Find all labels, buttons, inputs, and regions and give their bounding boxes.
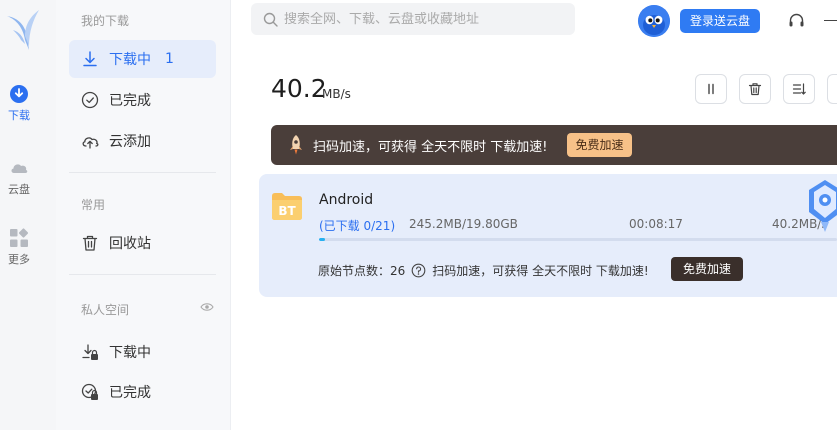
pause-all-button[interactable] [695,74,727,104]
minimize-button[interactable] [824,20,837,21]
search-icon [263,12,278,27]
nav-item-label: 云添加 [109,134,151,150]
task-status: (已下载 0/21) [319,219,396,233]
nav-item-label: 下载中 [109,345,151,361]
nav-item-private-downloading[interactable]: 下载中 [69,333,216,371]
total-speed-unit: MB/s [322,87,351,101]
more-toolbar-button[interactable] [827,74,837,104]
rail-item-cloud[interactable]: 云盘 [0,158,38,197]
nav-item-label: 已完成 [109,385,151,401]
left-rail: 下载 云盘 更多 [0,0,56,430]
free-speedup-button[interactable]: 免费加速 [567,133,632,157]
bird-mascot-icon [638,5,670,37]
login-button[interactable]: 登录送云盘 [680,9,760,33]
nav-item-recycle-bin[interactable]: 回收站 [69,224,216,262]
question-circle-icon[interactable] [411,263,426,278]
banner-text: 扫码加速，可获得 全天不限时 下载加速! [313,139,548,155]
search-box[interactable] [251,3,575,35]
nav-item-cloud-add[interactable]: 云添加 [69,122,216,160]
headset-icon[interactable] [788,12,805,29]
app-logo-icon [7,10,39,50]
download-lock-icon [82,344,98,360]
total-speed-value: 40.2 [271,74,327,103]
nav-divider [69,172,216,173]
rail-item-label: 更多 [8,253,30,266]
speedup-banner: 扫码加速，可获得 全天不限时 下载加速! 免费加速 [271,125,837,165]
pause-icon [708,83,714,95]
nav-item-private-completed[interactable]: 已完成 [69,373,216,411]
eye-icon[interactable] [200,302,214,312]
task-progress-bar [319,238,837,241]
cloud-upload-icon [82,137,99,149]
check-lock-icon [81,383,98,400]
rail-item-download[interactable]: 下载 [0,84,38,123]
nav-item-label: 已完成 [109,93,151,109]
delete-button[interactable] [739,74,771,104]
nav-item-label: 回收站 [109,236,151,252]
search-input[interactable] [284,11,564,27]
nav-section-private: 私人空间 [81,303,130,317]
rocket-icon [290,135,302,155]
rail-item-more[interactable]: 更多 [0,228,38,267]
nav-item-completed[interactable]: 已完成 [69,81,216,119]
nodes-promo-text: 扫码加速，可获得 全天不限时 下载加速! [432,264,649,278]
bt-icon-label: BT [278,204,296,218]
nav-item-label: 下载中 [109,52,151,68]
task-size: 245.2MB/19.80GB [409,217,518,231]
trash-icon [748,83,762,96]
nav-divider [69,274,216,275]
nav-item-downloading[interactable]: 下载中 1 [69,40,216,78]
cloud-icon [11,164,28,173]
apps-grid-icon [10,228,29,247]
trash-icon [82,235,98,251]
download-nav: 我的下载 下载中 1 已完成 云添加 常用 回收站 私人空间 下载中 已完成 [56,0,231,430]
check-circle-icon [81,91,99,109]
robot-mascot-icon [809,180,837,232]
nav-section-common: 常用 [81,198,106,212]
task-nodes-info: 原始节点数：26 扫码加速，可获得 全天不限时 下载加速! [318,262,649,279]
sort-icon [792,83,806,95]
nodes-count: 原始节点数：26 [318,264,406,278]
rail-item-label: 云盘 [8,183,30,196]
download-circle-icon [10,85,28,103]
download-arrow-icon [83,51,97,67]
task-free-speedup-button[interactable]: 免费加速 [671,257,744,281]
download-task-row[interactable]: BT Android (已下载 0/21) 245.2MB/19.80GB 00… [259,174,837,297]
task-name: Android [319,192,374,208]
bt-folder-icon: BT [272,193,302,220]
sort-button[interactable] [783,74,815,104]
downloading-count: 1 [165,51,174,67]
task-progress-fill [319,238,326,241]
nav-section-my-downloads: 我的下载 [81,14,130,28]
rail-item-label: 下载 [8,109,30,122]
task-time-left: 00:08:17 [629,217,683,231]
avatar[interactable] [638,5,670,37]
